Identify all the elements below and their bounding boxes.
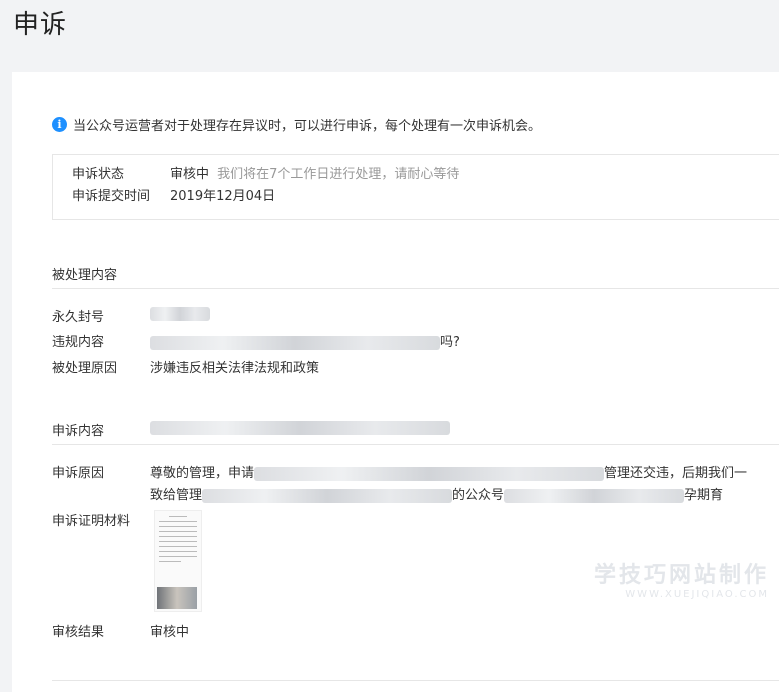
reason-label: 被处理原因 <box>52 361 118 376</box>
info-icon: i <box>52 117 67 132</box>
appeal-reason-line1: 尊敬的管理，申请 管理还交违，后期我们一 <box>150 462 747 481</box>
appeal-reason-label: 申诉原因 <box>52 466 105 481</box>
status-row: 申诉状态 <box>72 165 124 185</box>
watermark-text: 学技巧网站制作 <box>593 563 769 588</box>
submit-time-label: 申诉提交时间 <box>72 189 151 204</box>
page-title: 申诉 <box>13 10 68 40</box>
processed-section-title: 被处理内容 <box>52 268 118 283</box>
submit-time-value: 2019年12月04日 <box>170 189 276 204</box>
violation-value: 吗? <box>150 331 460 350</box>
result-value: 审核中 <box>150 625 190 640</box>
appeal-reason-line1-end: 管理还交违，后期我们一 <box>604 466 748 481</box>
appeal-reason-line2: 致给管理 的公众号 孕期育 <box>150 484 723 503</box>
appeal-content-value-redacted <box>150 420 450 435</box>
appeal-reason-line2-start: 致给管理 <box>150 488 203 503</box>
violation-label: 违规内容 <box>52 335 105 350</box>
status-label: 申诉状态 <box>72 167 125 182</box>
appeal-reason-line2-mid: 的公众号 <box>452 488 505 503</box>
divider <box>52 444 779 445</box>
status-hint: 我们将在7个工作日进行处理，请耐心等待 <box>217 167 460 182</box>
result-label: 审核结果 <box>52 625 105 640</box>
ban-label: 永久封号 <box>52 310 105 325</box>
ban-value-redacted <box>150 306 210 321</box>
evidence-label: 申诉证明材料 <box>52 514 131 529</box>
appeal-reason-line1-start: 尊敬的管理，申请 <box>150 466 255 481</box>
status-box <box>52 154 779 220</box>
appeal-reason-line2-end: 孕期育 <box>684 488 724 503</box>
watermark: 学技巧网站制作 WWW.XUEJIQIAO.COM <box>594 557 769 600</box>
divider <box>52 288 779 289</box>
evidence-thumbnail[interactable] <box>154 510 202 612</box>
notice-bar: i 当公众号运营者对于处理存在异议时，可以进行申诉，每个处理有一次申诉机会。 <box>52 115 541 134</box>
divider <box>52 680 779 681</box>
reason-value: 涉嫌违反相关法律法规和政策 <box>150 361 320 376</box>
watermark-sub: WWW.XUEJIQIAO.COM <box>625 589 769 600</box>
status-value: 审核中 <box>170 167 210 182</box>
status-value-row: 审核中 我们将在7个工作日进行处理，请耐心等待 <box>170 165 459 185</box>
appeal-content-label: 申诉内容 <box>52 424 105 439</box>
notice-text: 当公众号运营者对于处理存在异议时，可以进行申诉，每个处理有一次申诉机会。 <box>73 119 542 134</box>
violation-tail: 吗? <box>440 335 460 350</box>
